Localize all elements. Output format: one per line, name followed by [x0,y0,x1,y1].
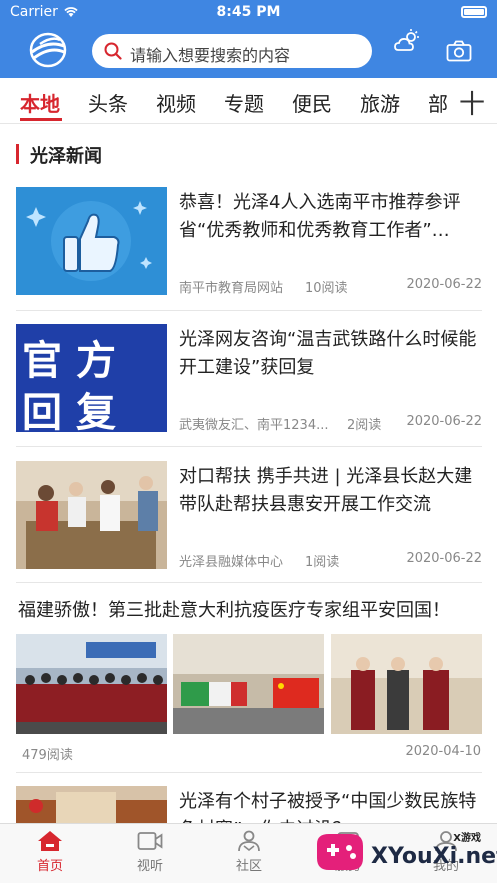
thumb-text-line2: 回复 [22,390,130,432]
watermark-text: XYouXi.net [371,844,497,869]
search-icon [104,42,122,60]
news-source: 武夷微友汇、南平1234... [179,418,329,433]
news-item[interactable]: 对口帮扶 携手共进 | 光泽县长赵大建带队赴帮扶县惠安开展工作交流 光泽县融媒体… [16,461,482,581]
status-bar: Carrier 8:45 PM [0,0,497,24]
tabbar-community[interactable]: 社区 [219,830,279,874]
tab-local[interactable]: 本地 [20,88,60,117]
active-tab-indicator [20,118,62,121]
search-bar[interactable]: 请输入想要搜索的内容 [92,34,372,68]
app-logo-icon[interactable] [28,32,68,68]
tab-video[interactable]: 视频 [156,88,196,117]
tabbar-home-label: 首页 [36,859,63,874]
community-icon [238,830,260,852]
tabbar-community-label: 社区 [235,859,262,874]
tab-headlines[interactable]: 头条 [88,88,128,117]
tab-topics[interactable]: 专题 [224,88,264,117]
news-title[interactable]: 恭喜！光泽4人入选南平市推荐参评省“优秀教师和优秀教育工作者”… [179,189,479,245]
news-title[interactable]: 光泽网友咨询“温吉武铁路什么时候能开工建设”获回复 [179,326,479,382]
battery-icon [461,6,487,18]
divider [16,310,482,311]
news-source: 光泽县融媒体中心 [179,555,284,570]
news-item[interactable]: 官方 回复 光泽网友咨询“温吉武铁路什么时候能开工建设”获回复 武夷微友汇、南平… [16,324,482,444]
category-tabs: 本地 头条 视频 专题 便民 旅游 部 十 [0,78,497,124]
section-accent-bar [16,144,19,164]
thumbs-up-thumbnail [16,187,167,295]
home-icon [38,831,62,851]
village-photo-thumbnail [16,786,167,824]
news-date: 2020-06-22 [406,414,482,429]
feature-reads: 479阅读 [22,748,73,763]
tabbar-home[interactable]: 首页 [20,830,80,874]
thumb-text-line1: 官方 [22,338,130,384]
tab-travel[interactable]: 旅游 [360,88,400,117]
section-title: 光泽新闻 [30,146,102,167]
divider [16,446,482,447]
news-date: 2020-06-22 [406,551,482,566]
add-tab-icon[interactable]: 十 [459,84,485,121]
search-input[interactable]: 请输入想要搜索的内容 [130,42,290,66]
app-header: Carrier 8:45 PM 请输入想要搜索的内容 [0,0,497,78]
video-icon [137,832,163,850]
divider [16,772,482,773]
medical-team-photo-2 [173,634,324,734]
news-title[interactable]: 对口帮扶 携手共进 | 光泽县长赵大建带队赴帮扶县惠安开展工作交流 [179,463,479,519]
tabbar-video-label: 视听 [136,859,163,874]
tabbar-video[interactable]: 视听 [120,830,180,874]
news-title[interactable]: 光泽有个村子被授予“中国少数民族特色村寨”，你去过没？ [179,788,479,824]
tab-convenience[interactable]: 便民 [292,88,332,117]
news-reads: 1阅读 [305,555,340,570]
news-reads: 2阅读 [347,418,382,433]
medical-team-photo-1 [16,634,167,734]
official-reply-thumbnail: 官方 回复 [16,324,167,432]
tab-department[interactable]: 部 [428,88,448,117]
news-source: 南平市教育局网站 [179,281,284,296]
news-reads: 10阅读 [305,281,348,296]
watermark-label: X游戏 [453,833,481,844]
meeting-photo-thumbnail [16,461,167,569]
news-item[interactable]: 恭喜！光泽4人入选南平市推荐参评省“优秀教师和优秀教育工作者”… 南平市教育局网… [16,187,482,307]
medical-team-photo-3 [331,634,482,734]
feature-date: 2020-04-10 [405,744,481,759]
camera-icon[interactable] [446,40,472,62]
weather-icon[interactable] [394,28,422,54]
status-time: 8:45 PM [216,4,281,20]
divider [16,582,482,583]
feature-news-title[interactable]: 福建骄傲！第三批赴意大利抗疫医疗专家组平安回国！ [18,596,450,622]
news-date: 2020-06-22 [406,277,482,292]
